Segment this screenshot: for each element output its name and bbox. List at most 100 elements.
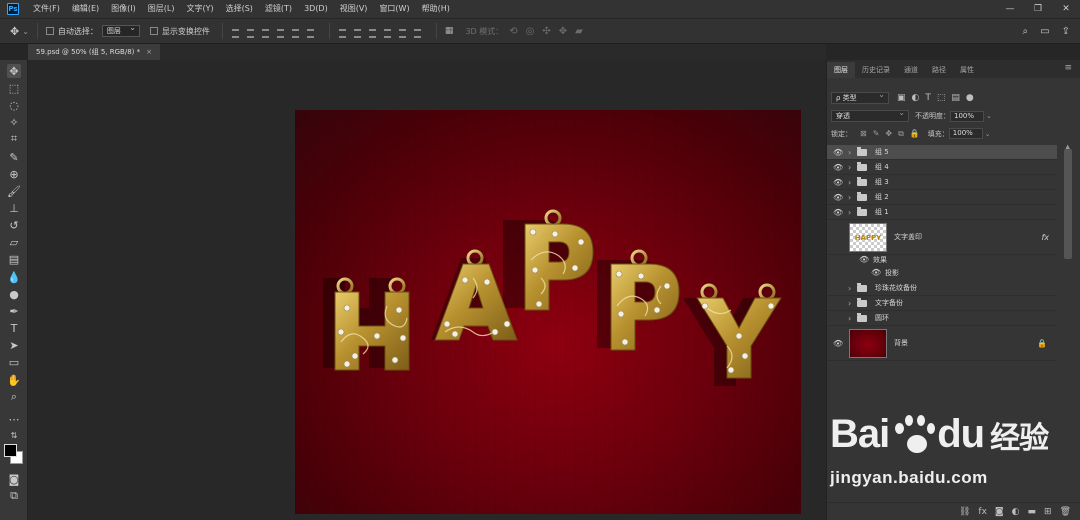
filter-pixel-icon[interactable]: ▣: [897, 93, 906, 103]
history-brush-tool-icon[interactable]: ↺: [7, 218, 21, 232]
add-style-icon[interactable]: fx: [978, 507, 987, 517]
fx-icon[interactable]: fx: [1041, 233, 1049, 242]
auto-select-checkbox[interactable]: [45, 27, 54, 35]
layer-row[interactable]: · HAPPY 文字盖印 fx: [827, 220, 1057, 255]
menu-layer[interactable]: 图层(L): [142, 0, 181, 18]
visibility-eye-icon[interactable]: 👁: [833, 208, 843, 217]
move-tool-icon[interactable]: ✥: [7, 64, 21, 78]
tab-properties[interactable]: 属性: [953, 62, 981, 78]
link-layers-icon[interactable]: ⛓: [959, 507, 970, 517]
color-swatches[interactable]: [4, 444, 24, 466]
expand-chevron-icon[interactable]: ›: [848, 314, 851, 323]
brush-tool-icon[interactable]: 🖌: [7, 184, 21, 198]
auto-align-icon[interactable]: ▦: [445, 26, 454, 36]
menu-help[interactable]: 帮助(H): [416, 0, 456, 18]
filter-adjustment-icon[interactable]: ◐: [912, 93, 920, 103]
align-left-icon[interactable]: [276, 27, 285, 38]
tab-layers[interactable]: 图层: [827, 62, 855, 78]
tab-paths[interactable]: 路径: [925, 62, 953, 78]
visibility-toggle[interactable]: ·: [833, 314, 843, 323]
lock-image-icon[interactable]: ✎: [873, 129, 880, 139]
visibility-eye-icon[interactable]: 👁: [833, 148, 843, 157]
lock-all-icon[interactable]: 🔒: [910, 129, 920, 139]
effects-row[interactable]: 👁 效果: [827, 255, 1057, 268]
menu-file[interactable]: 文件(F): [27, 0, 66, 18]
menu-view[interactable]: 视图(V): [334, 0, 374, 18]
lasso-tool-icon[interactable]: ◌: [7, 98, 21, 112]
opacity-value[interactable]: 100%: [950, 110, 984, 122]
expand-chevron-icon[interactable]: ›: [848, 148, 851, 157]
menu-type[interactable]: 文字(Y): [180, 0, 219, 18]
effects-eye-icon[interactable]: 👁: [859, 255, 869, 264]
drop-shadow-eye-icon[interactable]: 👁: [871, 268, 881, 277]
expand-chevron-icon[interactable]: ›: [848, 193, 851, 202]
clone-stamp-tool-icon[interactable]: ⊥: [7, 201, 21, 215]
visibility-eye-icon[interactable]: 👁: [833, 178, 843, 187]
dodge-tool-icon[interactable]: ●: [7, 287, 21, 301]
menu-window[interactable]: 窗口(W): [373, 0, 415, 18]
blend-mode-dropdown[interactable]: 穿透: [831, 108, 909, 122]
distribute-hcenter-icon[interactable]: [398, 27, 407, 38]
opacity-chevron-icon[interactable]: ⌄: [986, 112, 992, 120]
rectangle-tool-icon[interactable]: ▭: [7, 355, 21, 369]
layer-row[interactable]: 👁 › 组 1: [827, 205, 1057, 220]
layer-row[interactable]: · › 珍珠花纹备份: [827, 281, 1057, 296]
add-mask-icon[interactable]: ◙: [995, 507, 1004, 517]
visibility-eye-icon[interactable]: 👁: [833, 339, 843, 348]
maximize-button[interactable]: ❐: [1024, 0, 1052, 18]
eraser-tool-icon[interactable]: ▱: [7, 235, 21, 249]
tool-preset-chevron-icon[interactable]: ⌄: [22, 27, 29, 36]
tab-close-icon[interactable]: ×: [146, 44, 152, 60]
visibility-toggle[interactable]: ·: [833, 233, 843, 242]
healing-brush-tool-icon[interactable]: ⊕: [7, 167, 21, 181]
filter-shape-icon[interactable]: ⬚: [937, 93, 946, 103]
menu-image[interactable]: 图像(I): [105, 0, 142, 18]
tab-channels[interactable]: 通道: [897, 62, 925, 78]
layer-row[interactable]: 👁 › 组 3: [827, 175, 1057, 190]
drop-shadow-row[interactable]: 👁 投影: [827, 268, 1057, 281]
expand-chevron-icon[interactable]: ›: [848, 299, 851, 308]
document-canvas[interactable]: [295, 110, 801, 514]
layer-filter-dropdown[interactable]: ρ 类型: [831, 90, 889, 104]
layer-row[interactable]: 👁 背景 🔒: [827, 326, 1057, 361]
minimize-button[interactable]: —: [996, 0, 1024, 18]
lock-transparent-icon[interactable]: ⊠: [860, 129, 867, 139]
layer-row[interactable]: 👁 › 组 4: [827, 160, 1057, 175]
distribute-top-icon[interactable]: [338, 27, 347, 38]
new-group-icon[interactable]: ▬: [1028, 507, 1037, 517]
panel-menu-icon[interactable]: ≡: [1064, 63, 1072, 73]
expand-chevron-icon[interactable]: ›: [848, 178, 851, 187]
distribute-vcenter-icon[interactable]: [353, 27, 362, 38]
screen-mode-icon[interactable]: ⧉: [7, 489, 21, 503]
fill-value[interactable]: 100%: [948, 128, 983, 139]
expand-chevron-icon[interactable]: ›: [848, 284, 851, 293]
filter-type-icon[interactable]: T: [925, 93, 931, 103]
pen-tool-icon[interactable]: ✒: [7, 304, 21, 318]
blur-tool-icon[interactable]: 💧: [7, 270, 21, 284]
3d-scale-icon[interactable]: ▰: [575, 26, 583, 37]
tab-history[interactable]: 历史记录: [855, 62, 897, 78]
distribute-bottom-icon[interactable]: [368, 27, 377, 38]
menu-select[interactable]: 选择(S): [220, 0, 259, 18]
layer-row[interactable]: 👁 › 组 5: [827, 145, 1057, 160]
distribute-right-icon[interactable]: [413, 27, 422, 38]
align-bottom-icon[interactable]: [261, 27, 270, 38]
visibility-toggle[interactable]: ·: [833, 284, 843, 293]
workspace-icon[interactable]: ▭: [1040, 26, 1049, 37]
fill-chevron-icon[interactable]: ⌄: [985, 130, 991, 138]
align-vcenter-icon[interactable]: [246, 27, 255, 38]
zoom-tool-icon[interactable]: ⌕: [7, 390, 21, 404]
menu-filter[interactable]: 滤镜(T): [259, 0, 298, 18]
close-button[interactable]: ✕: [1052, 0, 1080, 18]
transform-controls-checkbox[interactable]: [149, 27, 158, 35]
layer-row[interactable]: · › 文字备份: [827, 296, 1057, 311]
marquee-tool-icon[interactable]: ⬚: [7, 81, 21, 95]
crop-tool-icon[interactable]: ⌗: [7, 132, 21, 146]
distribute-left-icon[interactable]: [383, 27, 392, 38]
more-tools-icon[interactable]: ⋯: [7, 412, 21, 426]
magic-wand-tool-icon[interactable]: ✧: [7, 115, 21, 129]
new-layer-icon[interactable]: ⊞: [1044, 507, 1052, 517]
hand-tool-icon[interactable]: ✋: [7, 373, 21, 387]
eyedropper-tool-icon[interactable]: ✎: [7, 150, 21, 164]
menu-3d[interactable]: 3D(D): [298, 0, 334, 18]
